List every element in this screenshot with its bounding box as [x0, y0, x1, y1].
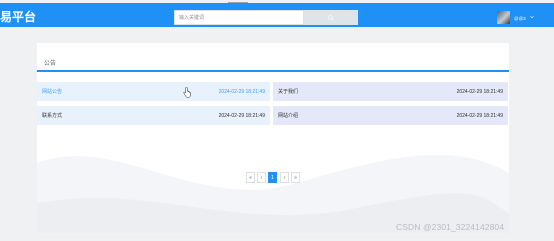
notice-date: 2024-02-29 18:21:49 [456, 88, 503, 95]
notice-date: 2024-02-29 18:21:49 [456, 112, 503, 119]
brand-title: 易平台 [0, 10, 37, 24]
notice-title[interactable]: 联系方式 [42, 112, 62, 119]
notice-item-contact[interactable]: 联系方式 2024-02-29 18:21:49 [37, 106, 270, 125]
search-button[interactable] [304, 10, 358, 25]
section-title-announcements: 公告 [44, 61, 57, 67]
notice-title[interactable]: 关于我们 [278, 88, 298, 95]
notice-date: 2024-02-29 18:21:49 [218, 88, 265, 95]
pagination-page-1[interactable]: 1 [268, 172, 277, 183]
notice-item-site-intro[interactable]: 网站介绍 2024-02-29 18:21:49 [273, 106, 508, 125]
username-label[interactable]: @@3 [514, 16, 526, 21]
pagination-prev[interactable]: ‹ [257, 172, 266, 183]
search-input[interactable] [174, 10, 304, 25]
csdn-watermark: CSDN @2301_3224142804 [396, 222, 505, 232]
pagination-first[interactable]: « [246, 172, 255, 183]
pagination-last[interactable]: » [291, 172, 300, 183]
notice-title[interactable]: 网站介绍 [278, 112, 298, 119]
section-divider [37, 70, 509, 72]
content-panel [37, 43, 509, 233]
notice-item-website-announcement[interactable]: 网站公告 2024-02-29 18:21:49 [37, 82, 270, 101]
user-avatar[interactable] [497, 11, 510, 24]
notice-date: 2024-02-29 18:21:49 [218, 112, 265, 119]
pagination-next[interactable]: › [280, 172, 289, 183]
hand-pointer-icon [183, 87, 191, 98]
search-icon [328, 14, 334, 21]
notice-item-about-us[interactable]: 关于我们 2024-02-29 18:21:49 [273, 82, 508, 101]
chevron-down-icon[interactable] [530, 15, 534, 19]
notice-title[interactable]: 网站公告 [42, 88, 62, 95]
